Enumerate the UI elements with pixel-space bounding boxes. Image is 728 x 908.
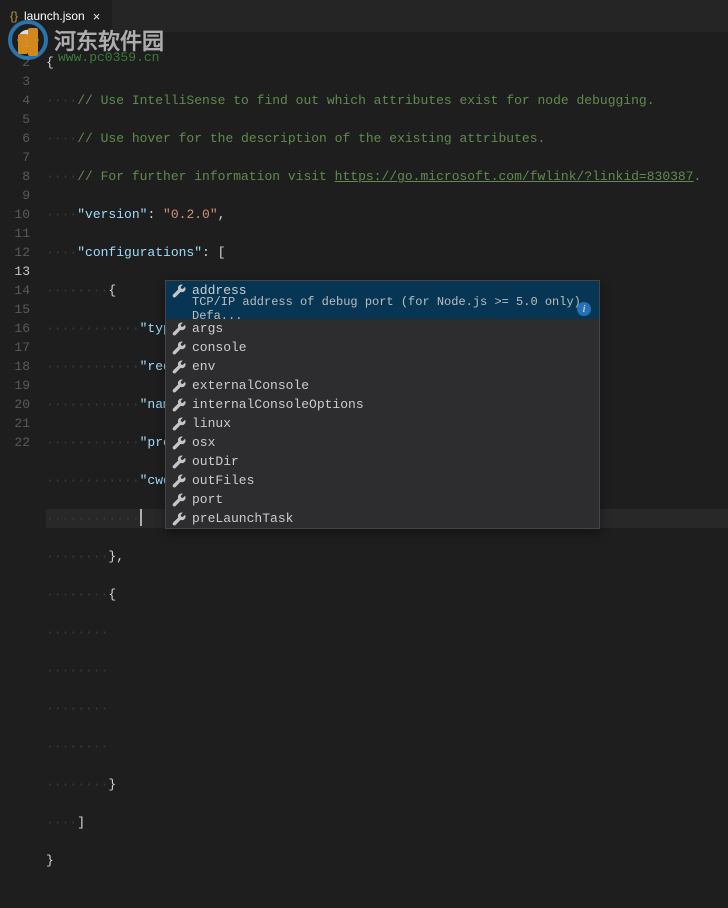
suggest-item-preLaunchTask[interactable]: preLaunchTask: [166, 509, 599, 528]
suggest-label: args: [192, 321, 223, 336]
gutter: 12345678910111213141516171819202122: [0, 34, 46, 908]
suggest-label: internalConsoleOptions: [192, 397, 364, 412]
close-icon[interactable]: ×: [91, 9, 103, 24]
suggest-label: linux: [192, 416, 231, 431]
wrench-icon: [172, 474, 186, 488]
suggest-item-port[interactable]: port: [166, 490, 599, 509]
wrench-icon: [172, 360, 186, 374]
suggest-label: console: [192, 340, 247, 355]
info-icon[interactable]: i: [577, 302, 591, 316]
wrench-icon: [172, 493, 186, 507]
suggest-label: osx: [192, 435, 215, 450]
suggest-item-env[interactable]: env: [166, 357, 599, 376]
tab-filename: launch.json: [24, 9, 85, 23]
wrench-icon: [172, 341, 186, 355]
suggest-item-osx[interactable]: osx: [166, 433, 599, 452]
wrench-icon: [172, 455, 186, 469]
suggest-detail: TCP/IP address of debug port (for Node.j…: [166, 300, 599, 319]
wrench-icon: [172, 398, 186, 412]
wrench-icon: [172, 417, 186, 431]
tab-launch-json[interactable]: {} launch.json ×: [0, 0, 112, 32]
suggest-item-linux[interactable]: linux: [166, 414, 599, 433]
suggest-item-externalConsole[interactable]: externalConsole: [166, 376, 599, 395]
suggest-item-internalConsoleOptions[interactable]: internalConsoleOptions: [166, 395, 599, 414]
suggest-widget[interactable]: address TCP/IP address of debug port (fo…: [165, 280, 600, 529]
suggest-label: port: [192, 492, 223, 507]
wrench-icon: [172, 436, 186, 450]
suggest-label: outDir: [192, 454, 239, 469]
wrench-icon: [172, 322, 186, 336]
suggest-label: externalConsole: [192, 378, 309, 393]
wrench-icon: [172, 284, 186, 298]
suggest-label: preLaunchTask: [192, 511, 293, 526]
wrench-icon: [172, 379, 186, 393]
suggest-item-outDir[interactable]: outDir: [166, 452, 599, 471]
wrench-icon: [172, 512, 186, 526]
suggest-label: outFiles: [192, 473, 254, 488]
tab-bar: {} launch.json ×: [0, 0, 728, 32]
suggest-label: env: [192, 359, 215, 374]
json-file-icon: {}: [10, 9, 18, 23]
suggest-item-console[interactable]: console: [166, 338, 599, 357]
text-cursor: [140, 509, 142, 526]
suggest-item-outFiles[interactable]: outFiles: [166, 471, 599, 490]
